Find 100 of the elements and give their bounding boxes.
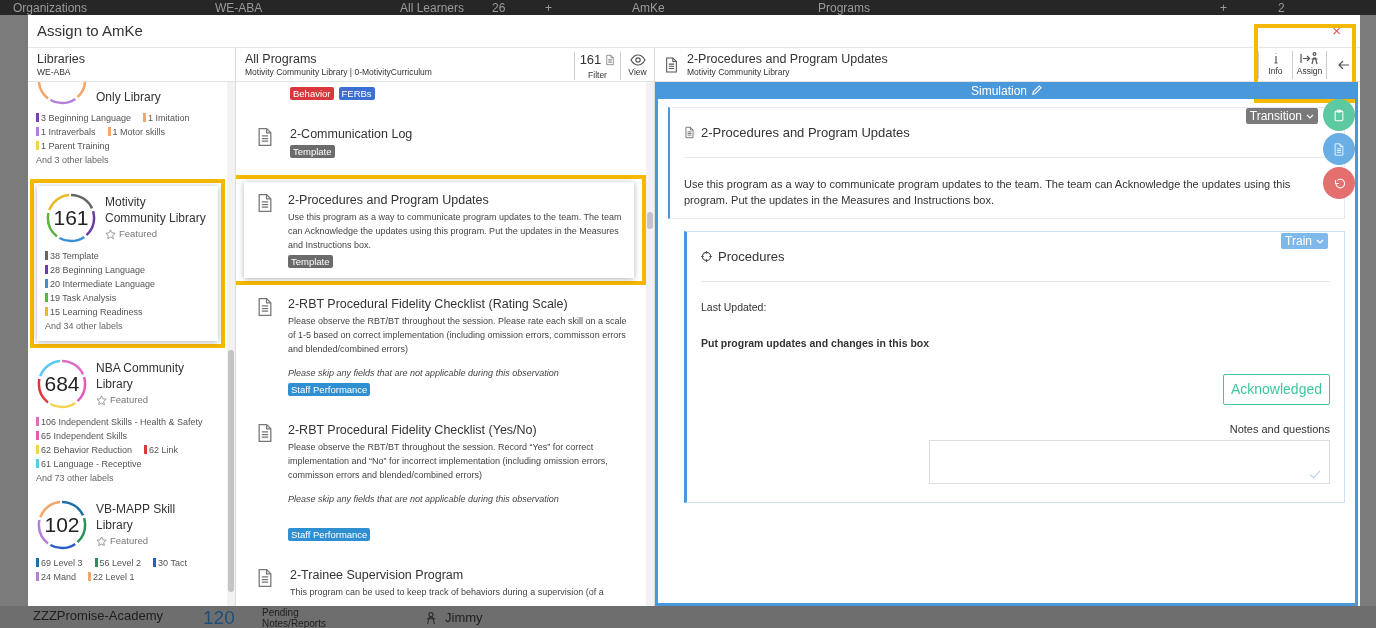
featured-label: Featured [110, 393, 149, 408]
program-item[interactable]: 2-Trainee Supervision Program This program can be used to keep track of behaviors during a supervision (of a [236, 556, 646, 606]
label-count: 28 Beginning Language [50, 264, 146, 277]
program-count: 102 [43, 512, 81, 538]
check-icon [1309, 470, 1321, 479]
category-tag: Template [288, 255, 333, 268]
more-labels-text: And 73 other labels [36, 472, 115, 485]
label-count: 1 Imitation [148, 112, 190, 125]
program-subtitle: Motivity Community Library [687, 66, 791, 78]
notes-field[interactable] [929, 440, 1330, 484]
label-count: 69 Level 3 [41, 557, 83, 570]
library-card[interactable]: 161 Motivity Community Library Featured 38 Template 28 Beginning Language 20 Intermediate Language 19 Task Analysis 15 Learning Readiness And 34 other labels [37, 186, 218, 341]
document-icon [256, 192, 274, 214]
assign-icon [1299, 51, 1320, 65]
ring-drawing [36, 499, 88, 551]
star-icon[interactable] [96, 395, 107, 406]
program-description: Please observe the RBT/BT throughout the session. Record “Yes” for correct implementation and “No” for incorrect implementation (including omission errors, commisson errors and blended/combined errors) [288, 441, 609, 482]
section-title: 2-Procedures and Program Updates [701, 123, 910, 142]
library-title: Only Library [96, 89, 161, 105]
program-item[interactable]: 2-Communication Log Template [236, 115, 646, 173]
document-icon [256, 567, 274, 589]
assign-button[interactable]: Assign [1292, 50, 1326, 79]
program-title: 2-Procedures and Program Updates [288, 192, 490, 208]
clipboard-button[interactable] [1323, 99, 1355, 131]
document-button[interactable] [1323, 133, 1355, 165]
background-text: Pending [262, 606, 300, 618]
label-count: 106 Independent Skills - Health & Safety [41, 416, 203, 429]
document-icon [605, 53, 616, 66]
filter-button[interactable]: 161 Filter [574, 52, 620, 80]
column-subtitle: Motivity Community Library | 0-MotivityCurriculum [245, 66, 433, 78]
chevron-down-icon [1316, 238, 1324, 244]
program-title: 2-Communication Log [290, 126, 414, 142]
background-text: Jimmy [445, 609, 483, 627]
person-icon [425, 610, 437, 625]
document-icon [1333, 142, 1345, 156]
background-text: + [1220, 0, 1228, 15]
document-icon [256, 126, 274, 148]
dialog-title: Assign to AmKe [37, 20, 143, 41]
background-text: Programs [818, 0, 871, 15]
undo-button[interactable] [1323, 167, 1355, 199]
category-tag: Template [290, 145, 335, 158]
star-icon[interactable] [105, 229, 116, 240]
label-count: 56 Level 2 [99, 557, 142, 570]
clipboard-icon [1333, 108, 1345, 122]
category-tag: Staff Performance [288, 383, 371, 396]
label-count: 62 Behavior Reduction [41, 444, 133, 457]
program-description: Please observe the RBT/BT throughout the session. Please rate each skill on a scale of 1-5 based on correct implementation (including omission errors, commisson errors and blended/combined errors) [288, 315, 628, 356]
eye-icon [629, 53, 646, 66]
more-labels-text: And 34 other labels [45, 320, 124, 333]
label-count: 24 Mand [41, 571, 77, 584]
document-icon [664, 55, 679, 74]
document-icon [256, 296, 274, 318]
pencil-icon [1031, 85, 1042, 96]
chevron-down-icon [1306, 113, 1314, 119]
background-text: Notes/Reports [262, 617, 327, 628]
transition-dropdown[interactable]: Transition [1245, 108, 1318, 124]
background-text: AmKe [632, 0, 666, 15]
category-tag: FERBs [338, 87, 375, 100]
label-count: 61 Language - Receptive [41, 458, 142, 471]
background-text: 2 [1278, 0, 1286, 15]
program-note: Please skip any fields that are not applicable during this observation [288, 493, 560, 506]
info-button[interactable]: Info [1258, 50, 1292, 79]
label-count: 1 Parent Training [41, 140, 110, 153]
program-description: Use this program as a way to communicate program updates to the team. The team can Acknowledge the updates using this program. Put the updates in the Measures and Instructions box. [684, 177, 1292, 208]
program-item[interactable] [244, 182, 634, 278]
scrollbar[interactable] [646, 82, 654, 606]
document-icon [256, 422, 274, 444]
background-text: WE-ABA [215, 0, 264, 15]
program-title: 2-Trainee Supervision Program [290, 567, 465, 583]
label-count: 1 Intraverbals [41, 126, 96, 139]
program-description: This program can be used to keep track of behaviors during a supervision (of a [290, 586, 605, 599]
library-card[interactable]: Only Library 3 Beginning Language 1 Imitation 1 Intraverbals 1 Motor skills 1 Parent Training And 3 other labels [28, 82, 227, 175]
program-title: 2-Procedures and Program Updates [687, 51, 889, 67]
background-text: ZZZPromise-Academy [33, 607, 165, 625]
document-icon [684, 126, 695, 139]
more-labels-text: And 3 other labels [36, 154, 110, 167]
library-card[interactable]: 684 NBA Community Library Featured 106 Independent Skills - Health & Safety 65 Independent Skills 62 Behavior Reduction 62 Link 61 Language - Receptive And 73 other labels [28, 352, 227, 493]
category-tag: Staff Performance [288, 528, 371, 541]
label-count: 15 Learning Readiness [50, 306, 143, 319]
program-count: 684 [43, 371, 81, 397]
scrollbar[interactable] [227, 82, 235, 606]
label-count: 65 Independent Skills [41, 430, 128, 443]
library-card[interactable]: 102 VB-MAPP Skill Library Featured 69 Level 3 56 Level 2 30 Tact 24 Mand 22 Level 1 [28, 493, 227, 592]
view-button[interactable]: View [620, 52, 654, 80]
label-count: 3 Beginning Language [41, 112, 132, 125]
column-title: Libraries [37, 51, 85, 67]
back-arrow-icon [1337, 58, 1350, 71]
undo-icon [1333, 176, 1345, 190]
label-count: 1 Motor skills [112, 126, 166, 139]
last-updated-label: Last Updated: [701, 300, 768, 315]
library-title: VB-MAPP Skill Library [96, 501, 177, 534]
library-title: NBA Community Library [96, 360, 186, 393]
close-button[interactable]: × [1328, 19, 1345, 43]
category-tag: Behavior [290, 87, 334, 100]
column-subtitle: WE-ABA [37, 66, 72, 78]
ring-drawing [45, 192, 97, 244]
star-icon[interactable] [96, 536, 107, 547]
library-title: Motivity Community Library [105, 194, 206, 227]
program-item[interactable]: Behavior FERBs [236, 82, 646, 115]
instruction-text: Put program updates and changes in this box [701, 335, 931, 351]
